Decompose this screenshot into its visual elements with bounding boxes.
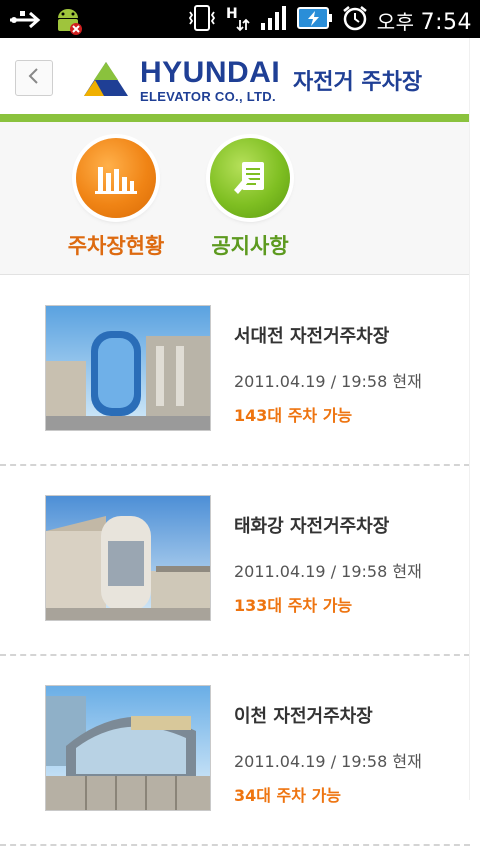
parking-lot-list: 서대전 자전거주차장 2011.04.19 / 19:58 현재 143대 주차…: [0, 276, 470, 846]
parking-lot-photo: [45, 305, 211, 431]
hyundai-triangle-icon: [82, 60, 130, 102]
parking-lot-date: 2011.04.19 / 19:58 현재: [234, 752, 422, 771]
parking-lot-photo: [45, 495, 211, 621]
brand-sub: ELEVATOR CO., LTD.: [140, 89, 276, 104]
list-item[interactable]: 태화강 자전거주차장 2011.04.19 / 19:58 현재 133대 주차…: [0, 466, 470, 656]
hsdpa-icon: H: [225, 4, 251, 36]
back-button[interactable]: [15, 60, 53, 96]
status-bar: H 오후 7:54: [0, 0, 480, 38]
brand-main: HYUNDAI: [140, 56, 281, 89]
parking-lot-date: 2011.04.19 / 19:58 현재: [234, 372, 422, 391]
alarm-icon: [341, 4, 369, 36]
page-edge: [469, 38, 480, 800]
page-title: 자전거 주차장: [293, 70, 423, 95]
parking-lot-photo: [45, 685, 211, 811]
menu-notice-label: 공지사항: [211, 234, 289, 258]
notice-document-icon: [210, 138, 290, 218]
app-header: HYUNDAI ELEVATOR CO., LTD. 자전거 주차장: [0, 38, 470, 116]
parking-lot-name: 서대전 자전거주차장: [234, 326, 390, 347]
menu-parking-status[interactable]: 주차장현황: [56, 138, 176, 260]
android-debug-icon: [52, 4, 84, 40]
menu-notice[interactable]: 공지사항: [190, 138, 310, 260]
clock: 오후 7:54: [376, 9, 472, 35]
parking-lot-name: 태화강 자전거주차장: [234, 516, 390, 537]
header-divider: [0, 114, 470, 122]
parking-lot-availability: 143대 주차 가능: [234, 406, 353, 425]
parking-lot-name: 이천 자전거주차장: [234, 706, 373, 727]
parking-lot-availability: 34대 주차 가능: [234, 786, 342, 805]
battery-charging-icon: [296, 5, 333, 35]
usb-icon: [8, 7, 42, 37]
signal-icon: [259, 4, 289, 36]
menu-parking-status-label: 주차장현황: [67, 234, 165, 258]
list-item[interactable]: 서대전 자전거주차장 2011.04.19 / 19:58 현재 143대 주차…: [0, 276, 470, 466]
vibrate-icon: [187, 4, 217, 36]
parking-lot-date: 2011.04.19 / 19:58 현재: [234, 562, 422, 581]
list-item[interactable]: 이천 자전거주차장 2011.04.19 / 19:58 현재 34대 주차 가…: [0, 656, 470, 846]
bar-chart-icon: [76, 138, 156, 218]
hyundai-logo: HYUNDAI ELEVATOR CO., LTD.: [82, 58, 280, 103]
parking-lot-availability: 133대 주차 가능: [234, 596, 353, 615]
svg-text:H: H: [226, 6, 238, 22]
main-menu: 주차장현황 공지사항: [0, 122, 470, 275]
chevron-left-icon: [27, 67, 41, 89]
